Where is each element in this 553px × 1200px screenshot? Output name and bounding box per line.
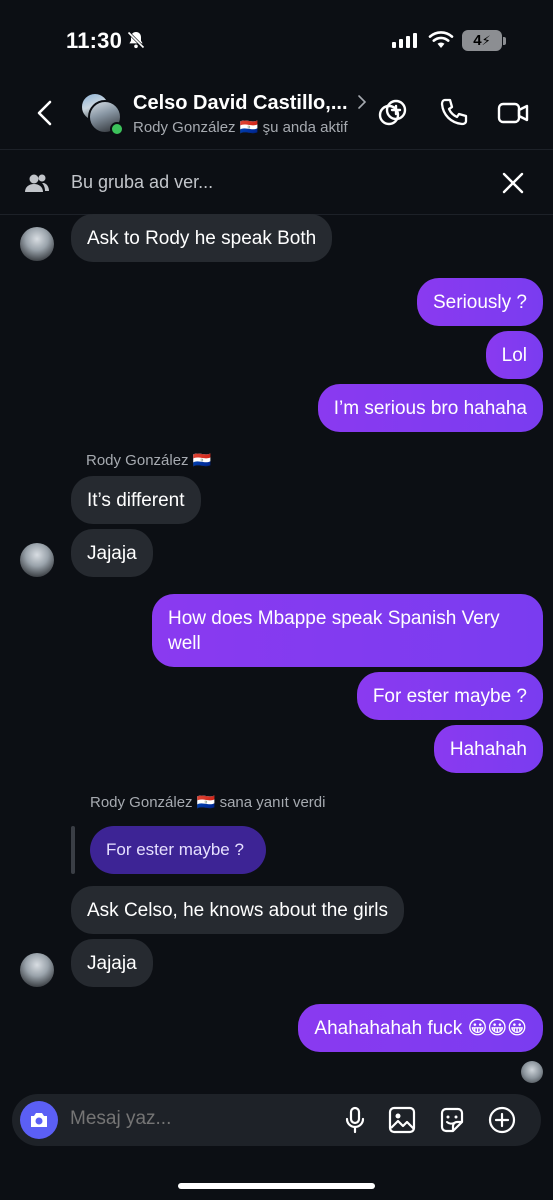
chevron-right-icon[interactable] — [357, 94, 367, 110]
message-bubble-incoming[interactable]: Ask to Rody he speak Both — [71, 214, 333, 262]
battery-icon: 4 ⚡ — [462, 30, 502, 51]
message-bubble-outgoing[interactable]: Ahahahahah fuck 😀😀😀 — [298, 1004, 543, 1052]
avatar[interactable] — [20, 543, 54, 577]
reply-indicator-bar — [71, 826, 75, 874]
seen-avatar — [521, 1061, 543, 1083]
message-bubble-outgoing[interactable]: Seriously ? — [417, 278, 543, 326]
message-bubble-outgoing[interactable]: How does Mbappe speak Spanish Very well — [152, 594, 543, 667]
camera-icon — [31, 1113, 47, 1127]
phone-icon[interactable] — [436, 96, 470, 130]
back-icon[interactable] — [32, 98, 58, 128]
message-bubble-incoming[interactable]: It’s different — [71, 476, 201, 524]
reply-quote[interactable]: For ester maybe ? — [90, 826, 266, 874]
battery-level: 4 — [473, 32, 482, 49]
camera-button[interactable] — [20, 1101, 58, 1139]
chat-title[interactable]: Celso David Castillo,... — [133, 92, 348, 115]
active-status: Rody González 🇵🇾 şu anda aktif — [133, 119, 348, 136]
group-name-bar[interactable]: Bu gruba ad ver... — [0, 151, 553, 215]
bell-off-icon — [127, 31, 145, 49]
add-people-icon[interactable] — [376, 96, 410, 130]
status-time: 11:30 — [66, 28, 123, 53]
reply-context-label: Rody González 🇵🇾 sana yanıt verdi — [90, 794, 326, 811]
status-bar: 11:30 4 ⚡ — [0, 0, 553, 80]
sender-name: Rody González 🇵🇾 — [86, 452, 212, 469]
gallery-icon[interactable] — [387, 1105, 417, 1135]
message-bubble-incoming[interactable]: Ask Celso, he knows about the girls — [71, 886, 404, 934]
message-bubble-incoming[interactable]: Jajaja — [71, 529, 153, 577]
message-bubble-incoming[interactable]: Jajaja — [71, 939, 153, 987]
battery-nub — [503, 37, 506, 45]
close-icon[interactable] — [500, 170, 526, 196]
microphone-icon[interactable] — [340, 1105, 370, 1135]
message-bubble-outgoing[interactable]: Lol — [485, 331, 543, 379]
group-icon — [25, 174, 49, 192]
chat-header: Celso David Castillo,... Rody González 🇵… — [0, 80, 553, 150]
message-bubble-outgoing[interactable]: I’m serious bro hahaha — [317, 384, 543, 432]
wifi-icon — [428, 31, 454, 48]
sticker-icon[interactable] — [437, 1105, 467, 1135]
message-input[interactable] — [70, 1108, 310, 1130]
plus-icon[interactable] — [487, 1105, 517, 1135]
avatar[interactable] — [20, 227, 54, 261]
message-bubble-outgoing[interactable]: Hahahah — [433, 725, 543, 773]
online-indicator — [110, 122, 124, 136]
home-indicator[interactable] — [178, 1183, 375, 1189]
message-composer — [12, 1094, 541, 1146]
video-icon[interactable] — [496, 96, 530, 130]
group-avatar[interactable] — [80, 92, 124, 136]
avatar[interactable] — [20, 953, 54, 987]
group-name-input[interactable]: Bu gruba ad ver... — [71, 172, 213, 193]
signal-icon — [392, 32, 417, 48]
message-bubble-outgoing[interactable]: For ester maybe ? — [356, 672, 543, 720]
